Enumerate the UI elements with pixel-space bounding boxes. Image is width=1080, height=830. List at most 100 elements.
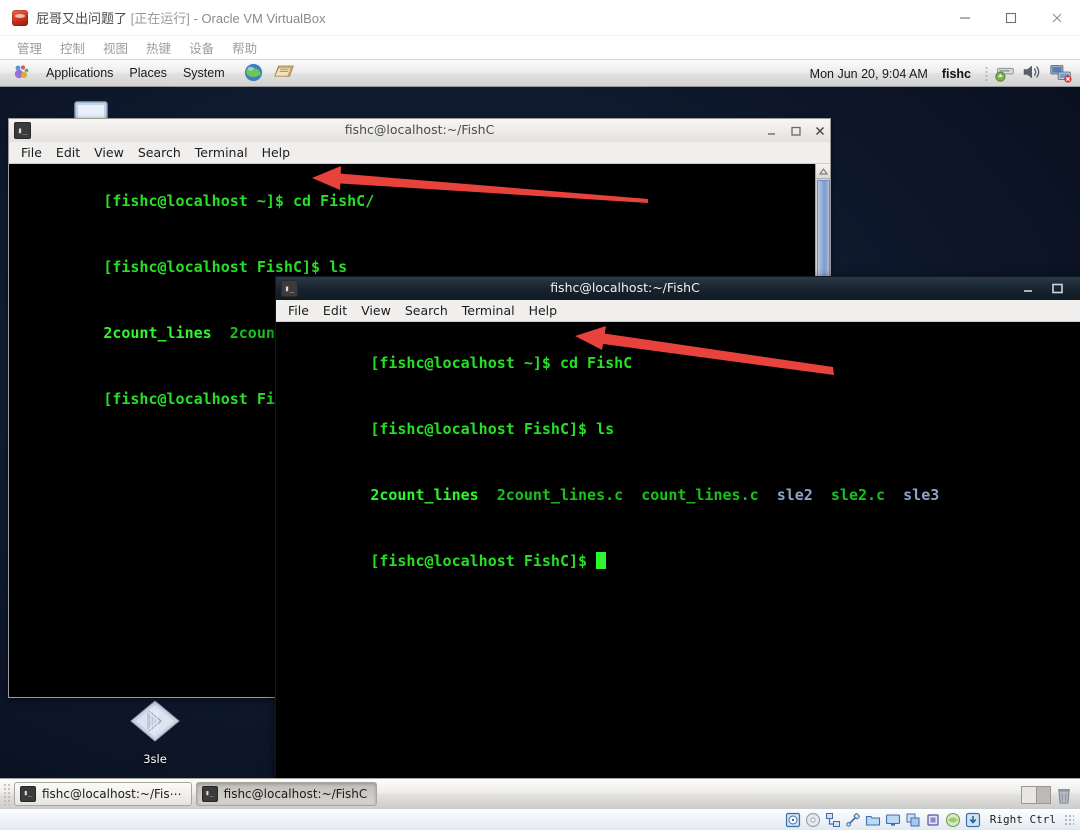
terminal-front-titlebar[interactable]: ▮_ fishc@localhost:~/FishC bbox=[276, 277, 1080, 300]
shell-prompt: [fishc@localhost FishC]$ bbox=[370, 420, 597, 438]
gnome-taskbar: ▮_ fishc@localhost:~/Fis⋯ ▮_ fishc@local… bbox=[0, 778, 1080, 808]
file-manager-icon[interactable] bbox=[273, 62, 297, 84]
taskbar-item-label: fishc@localhost:~/Fis⋯ bbox=[42, 786, 182, 801]
scrollbar-thumb[interactable] bbox=[817, 180, 830, 285]
close-button[interactable] bbox=[813, 124, 826, 137]
scroll-up-button[interactable] bbox=[816, 164, 830, 179]
terminal-back-title: fishc@localhost:~/FishC bbox=[344, 122, 495, 137]
software-update-icon[interactable] bbox=[993, 62, 1019, 86]
terminal-window-front[interactable]: ▮_ fishc@localhost:~/FishC File Edit Vie… bbox=[275, 276, 1080, 808]
virtualbox-menubar: 管理 控制 视图 热键 设备 帮助 bbox=[0, 36, 1080, 60]
app-name: - Oracle VM VirtualBox bbox=[193, 11, 326, 26]
vbox-menu-view[interactable]: 视图 bbox=[94, 36, 137, 59]
processor-icon[interactable] bbox=[925, 812, 941, 828]
shell-command: ls bbox=[596, 420, 615, 438]
vm-state: [正在运行] bbox=[130, 11, 190, 26]
shell-prompt: [fishc@localhost ~]$ bbox=[103, 192, 293, 210]
terminal-line: [fishc@localhost FishC]$ ls bbox=[280, 396, 1080, 462]
terminal-back-titlebar[interactable]: ▮_ fishc@localhost:~/FishC bbox=[9, 119, 830, 142]
shell-prompt: [fishc@localhost ~]$ bbox=[370, 354, 560, 372]
panel-username[interactable]: fishc bbox=[942, 67, 981, 81]
workspace-switcher[interactable] bbox=[1021, 786, 1051, 804]
terminal-back-menubar: File Edit View Search Terminal Help bbox=[9, 142, 830, 164]
vbox-menu-manage[interactable]: 管理 bbox=[8, 36, 51, 59]
workspace-2[interactable] bbox=[1035, 787, 1050, 803]
menu-terminal[interactable]: Terminal bbox=[188, 144, 255, 161]
taskbar-right-group bbox=[1021, 785, 1076, 805]
minimize-button[interactable] bbox=[1022, 282, 1035, 295]
shell-command: cd FishC/ bbox=[292, 192, 375, 210]
terminal-listing-line: 2count_lines 2count_lines.c count_lines.… bbox=[280, 462, 1080, 528]
terminal-front-body[interactable]: [fishc@localhost ~]$ cd FishC [fishc@loc… bbox=[276, 322, 1080, 808]
harddisk-icon[interactable] bbox=[785, 812, 801, 828]
ls-entry-file: sle2.c bbox=[830, 486, 886, 504]
menu-terminal[interactable]: Terminal bbox=[455, 302, 522, 319]
guest-additions-icon[interactable] bbox=[945, 812, 961, 828]
volume-icon[interactable] bbox=[1021, 62, 1047, 86]
panel-menu-system[interactable]: System bbox=[175, 64, 233, 82]
taskbar-item-label: fishc@localhost:~/FishC bbox=[223, 786, 368, 801]
close-button[interactable] bbox=[1034, 0, 1080, 36]
ls-entry-file: 2count_lines.c bbox=[496, 486, 624, 504]
taskbar-item-terminal-2[interactable]: ▮_ fishc@localhost:~/FishC bbox=[195, 781, 378, 806]
maximize-button[interactable] bbox=[988, 0, 1034, 36]
vbox-menu-help[interactable]: 帮助 bbox=[223, 36, 266, 59]
terminal-line: [fishc@localhost FishC]$ bbox=[280, 528, 1080, 594]
vm-name: 屁哥又出问题了 bbox=[36, 11, 128, 26]
minimize-button[interactable] bbox=[765, 124, 778, 137]
virtualbox-title: 屁哥又出问题了 [正在运行] - Oracle VM VirtualBox bbox=[36, 8, 325, 27]
menu-file[interactable]: File bbox=[14, 144, 49, 161]
vbox-menu-hotkeys[interactable]: 热键 bbox=[137, 36, 180, 59]
mouse-integration-icon[interactable] bbox=[965, 812, 981, 828]
statusbar-resize-grip[interactable] bbox=[1064, 813, 1074, 826]
ls-entry-file: count_lines.c bbox=[641, 486, 759, 504]
taskbar-grip[interactable] bbox=[3, 782, 11, 805]
video-capture-icon[interactable] bbox=[905, 812, 921, 828]
shared-folder-icon[interactable] bbox=[865, 812, 881, 828]
menu-help[interactable]: Help bbox=[255, 144, 298, 161]
usb-icon[interactable] bbox=[845, 812, 861, 828]
network-icon[interactable] bbox=[825, 812, 841, 828]
menu-edit[interactable]: Edit bbox=[316, 302, 354, 319]
shell-command: ls bbox=[329, 258, 348, 276]
menu-search[interactable]: Search bbox=[131, 144, 188, 161]
vbox-menu-devices[interactable]: 设备 bbox=[180, 36, 223, 59]
terminal-front-menubar: File Edit View Search Terminal Help bbox=[276, 300, 1080, 322]
panel-menu-places[interactable]: Places bbox=[121, 64, 175, 82]
terminal-line: [fishc@localhost ~]$ cd FishC/ bbox=[13, 168, 830, 234]
panel-clock[interactable]: Mon Jun 20, 9:04 AM bbox=[810, 67, 942, 81]
menu-search[interactable]: Search bbox=[398, 302, 455, 319]
taskbar-item-terminal-1[interactable]: ▮_ fishc@localhost:~/Fis⋯ bbox=[14, 781, 192, 806]
minimize-button[interactable] bbox=[942, 0, 988, 36]
menu-view[interactable]: View bbox=[354, 302, 398, 319]
maximize-button[interactable] bbox=[789, 124, 802, 137]
vbox-menu-control[interactable]: 控制 bbox=[51, 36, 94, 59]
network-disconnected-icon[interactable] bbox=[1049, 62, 1075, 86]
trash-icon[interactable] bbox=[1054, 785, 1076, 805]
panel-menu-applications[interactable]: Applications bbox=[38, 64, 121, 82]
menu-view[interactable]: View bbox=[87, 144, 131, 161]
panel-separator bbox=[985, 65, 988, 82]
web-browser-icon[interactable] bbox=[243, 62, 267, 84]
screenshot-root: 屁哥又出问题了 [正在运行] - Oracle VM VirtualBox 管理… bbox=[0, 0, 1080, 830]
ls-entry-exec: 2count_lines bbox=[370, 486, 479, 504]
terminal-line: [fishc@localhost ~]$ cd FishC bbox=[280, 330, 1080, 396]
archive-icon bbox=[130, 700, 180, 742]
maximize-button[interactable] bbox=[1051, 282, 1064, 295]
menu-help[interactable]: Help bbox=[522, 302, 565, 319]
menu-edit[interactable]: Edit bbox=[49, 144, 87, 161]
panel-right-group: Mon Jun 20, 9:04 AM fishc bbox=[810, 60, 1080, 87]
workspace-1[interactable] bbox=[1022, 787, 1036, 803]
host-key-label: Right Ctrl bbox=[989, 813, 1056, 826]
optical-disk-icon[interactable] bbox=[805, 812, 821, 828]
shell-prompt: [fishc@localhost FishC]$ bbox=[103, 258, 330, 276]
terminal-back-window-controls bbox=[765, 119, 826, 142]
terminal-front-window-controls bbox=[1022, 277, 1064, 300]
menu-file[interactable]: File bbox=[281, 302, 316, 319]
ls-entry-exec: 2count_lines bbox=[103, 324, 212, 342]
virtualbox-window-controls bbox=[942, 0, 1080, 36]
desktop-icon-3sle[interactable]: 3sle bbox=[118, 697, 192, 766]
virtualbox-titlebar: 屁哥又出问题了 [正在运行] - Oracle VM VirtualBox bbox=[0, 0, 1080, 36]
shell-command: cd FishC bbox=[559, 354, 633, 372]
display-icon[interactable] bbox=[885, 812, 901, 828]
